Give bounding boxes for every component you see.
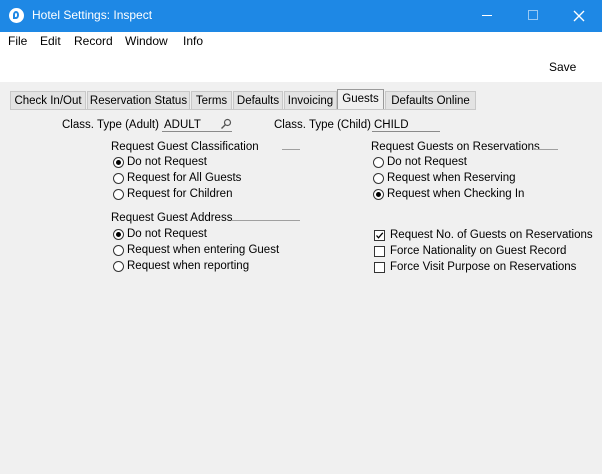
group-rule <box>232 220 300 221</box>
checkbox-label: Force Nationality on Guest Record <box>390 245 567 257</box>
guest-address-title: Request Guest Address <box>111 212 233 224</box>
close-button[interactable] <box>556 0 602 32</box>
toolbar: Save <box>0 52 602 82</box>
menu-file[interactable]: File <box>8 34 27 48</box>
radio-address-when-reporting[interactable] <box>113 261 124 272</box>
checkbox-label: Force Visit Purpose on Reservations <box>390 261 577 273</box>
checkbox-request-no-of-guests[interactable] <box>374 230 385 241</box>
guest-classification-title: Request Guest Classification <box>111 141 259 153</box>
class-type-adult-underline <box>162 131 232 132</box>
class-type-child-underline <box>372 131 440 132</box>
class-type-child-label: Class. Type (Child) <box>274 119 371 131</box>
radio-label: Request when entering Guest <box>127 244 280 256</box>
menu-bar: File Edit Record Window Info <box>0 32 602 52</box>
tab-check-in-out[interactable]: Check In/Out <box>10 91 86 109</box>
radio-label: Request when Reserving <box>387 172 516 184</box>
radio-classification-do-not-request[interactable] <box>113 157 124 168</box>
guests-on-reservations-title: Request Guests on Reservations <box>371 141 540 153</box>
class-type-adult-field[interactable]: ADULT <box>164 119 201 131</box>
tab-invoicing[interactable]: Invoicing <box>284 91 337 109</box>
radio-classification-all-guests[interactable] <box>113 173 124 184</box>
group-rule <box>534 149 558 150</box>
checkbox-force-nationality[interactable] <box>374 246 385 257</box>
tab-reservation-status[interactable]: Reservation Status <box>87 91 190 109</box>
radio-label: Request for Children <box>127 188 233 200</box>
class-type-adult-label: Class. Type (Adult) <box>62 119 159 131</box>
menu-edit[interactable]: Edit <box>40 34 61 48</box>
radio-label: Do not Request <box>127 228 207 240</box>
tab-defaults-online[interactable]: Defaults Online <box>385 91 476 109</box>
radio-label: Request when reporting <box>127 260 250 272</box>
radio-address-when-entering[interactable] <box>113 245 124 256</box>
menu-info[interactable]: Info <box>183 34 203 48</box>
tab-terms[interactable]: Terms <box>191 91 232 109</box>
tab-guests[interactable]: Guests <box>337 89 384 109</box>
menu-window[interactable]: Window <box>125 34 168 48</box>
radio-classification-children[interactable] <box>113 189 124 200</box>
lookup-icon[interactable] <box>220 118 232 130</box>
group-rule <box>282 149 300 150</box>
radio-reservations-when-reserving[interactable] <box>373 173 384 184</box>
maximize-button[interactable] <box>510 0 556 32</box>
checkbox-label: Request No. of Guests on Reservations <box>390 229 593 241</box>
tab-divider <box>10 109 476 110</box>
save-button[interactable]: Save <box>549 60 576 74</box>
menu-record[interactable]: Record <box>74 34 113 48</box>
radio-label: Request when Checking In <box>387 188 525 200</box>
title-bar[interactable]: Hotel Settings: Inspect <box>0 0 602 32</box>
close-icon <box>573 10 585 22</box>
tab-defaults[interactable]: Defaults <box>233 91 283 109</box>
radio-label: Request for All Guests <box>127 172 242 184</box>
window-title: Hotel Settings: Inspect <box>32 8 153 22</box>
minimize-button[interactable] <box>464 0 510 32</box>
radio-reservations-do-not-request[interactable] <box>373 157 384 168</box>
checkbox-force-visit-purpose[interactable] <box>374 262 385 273</box>
radio-reservations-when-checking-in[interactable] <box>373 189 384 200</box>
radio-label: Do not Request <box>127 156 207 168</box>
radio-address-do-not-request[interactable] <box>113 229 124 240</box>
radio-label: Do not Request <box>387 156 467 168</box>
class-type-child-field[interactable]: CHILD <box>374 119 409 131</box>
app-icon <box>9 8 24 23</box>
checkmark-icon <box>376 232 384 239</box>
